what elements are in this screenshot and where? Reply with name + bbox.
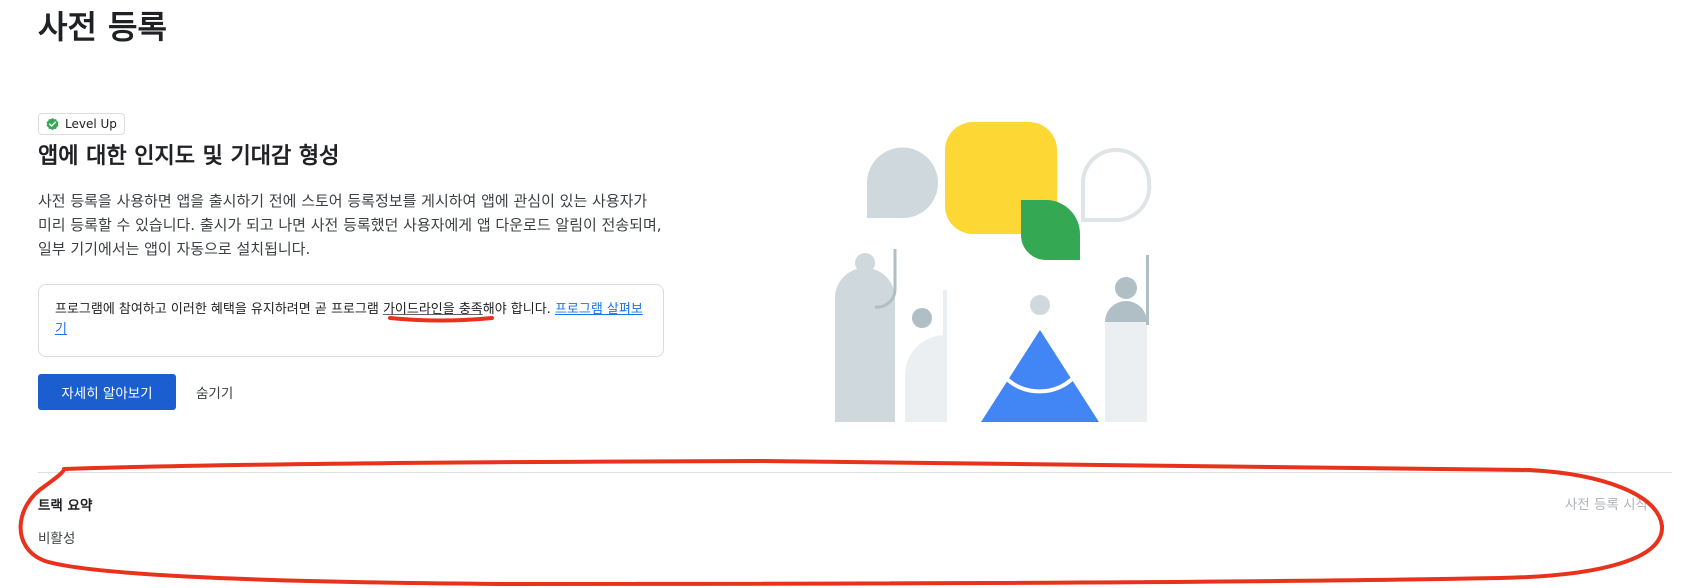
- track-status: 비활성: [38, 531, 76, 547]
- illustration-body-right: [1105, 322, 1147, 422]
- level-up-badge: Level Up: [38, 113, 125, 135]
- preregistration-illustration: [835, 122, 1152, 422]
- learn-more-button[interactable]: 자세히 알아보기: [38, 374, 176, 410]
- notice-text-after: 해야 합니다.: [482, 302, 555, 317]
- illustration-pole-middle: [943, 290, 947, 422]
- badge-label: Level Up: [65, 116, 117, 131]
- illustration-green-bubble: [1021, 200, 1080, 260]
- feature-heading: 앱에 대한 인지도 및 기대감 형성: [38, 144, 340, 169]
- illustration-gray-bubble: [867, 147, 938, 218]
- start-preregistration-button[interactable]: 사전 등록 시작: [1565, 495, 1648, 515]
- illustration-body-middle: [905, 335, 945, 422]
- feature-description: 사전 등록을 사용하면 앱을 출시하기 전에 스토어 등록정보를 게시하여 앱에…: [38, 192, 662, 258]
- illustration-shoulder-right: [1105, 301, 1147, 322]
- illustration-body-left: [835, 268, 895, 422]
- page-title: 사전 등록: [38, 8, 167, 46]
- track-summary-title: 트랙 요약: [38, 498, 93, 514]
- notice-text-before: 프로그램에 참여하고 이러한 혜택을 유지하려면 곧 프로그램: [55, 302, 383, 317]
- illustration-head-middle: [912, 308, 932, 328]
- illustration-outline-bubble: [1081, 148, 1152, 223]
- track-summary-red-circle: [18, 459, 1665, 586]
- illustration-head-center: [1030, 295, 1050, 315]
- level-up-check-icon: [46, 117, 59, 130]
- guideline-text: 가이드라인을 충족: [382, 302, 483, 317]
- program-notice: 프로그램에 참여하고 이러한 혜택을 유지하려면 곧 프로그램 가이드라인을 충…: [38, 284, 664, 357]
- illustration-blue-triangle: [981, 330, 1099, 422]
- hide-button[interactable]: 숨기기: [186, 374, 243, 410]
- section-divider: [38, 472, 1672, 473]
- pre-registration-page: 사전 등록 Level Up 앱에 대한 인지도 및 기대감 형성 사전 등록을…: [0, 0, 1688, 588]
- illustration-head-right: [1115, 277, 1137, 299]
- illustration-pole-right: [1146, 255, 1149, 325]
